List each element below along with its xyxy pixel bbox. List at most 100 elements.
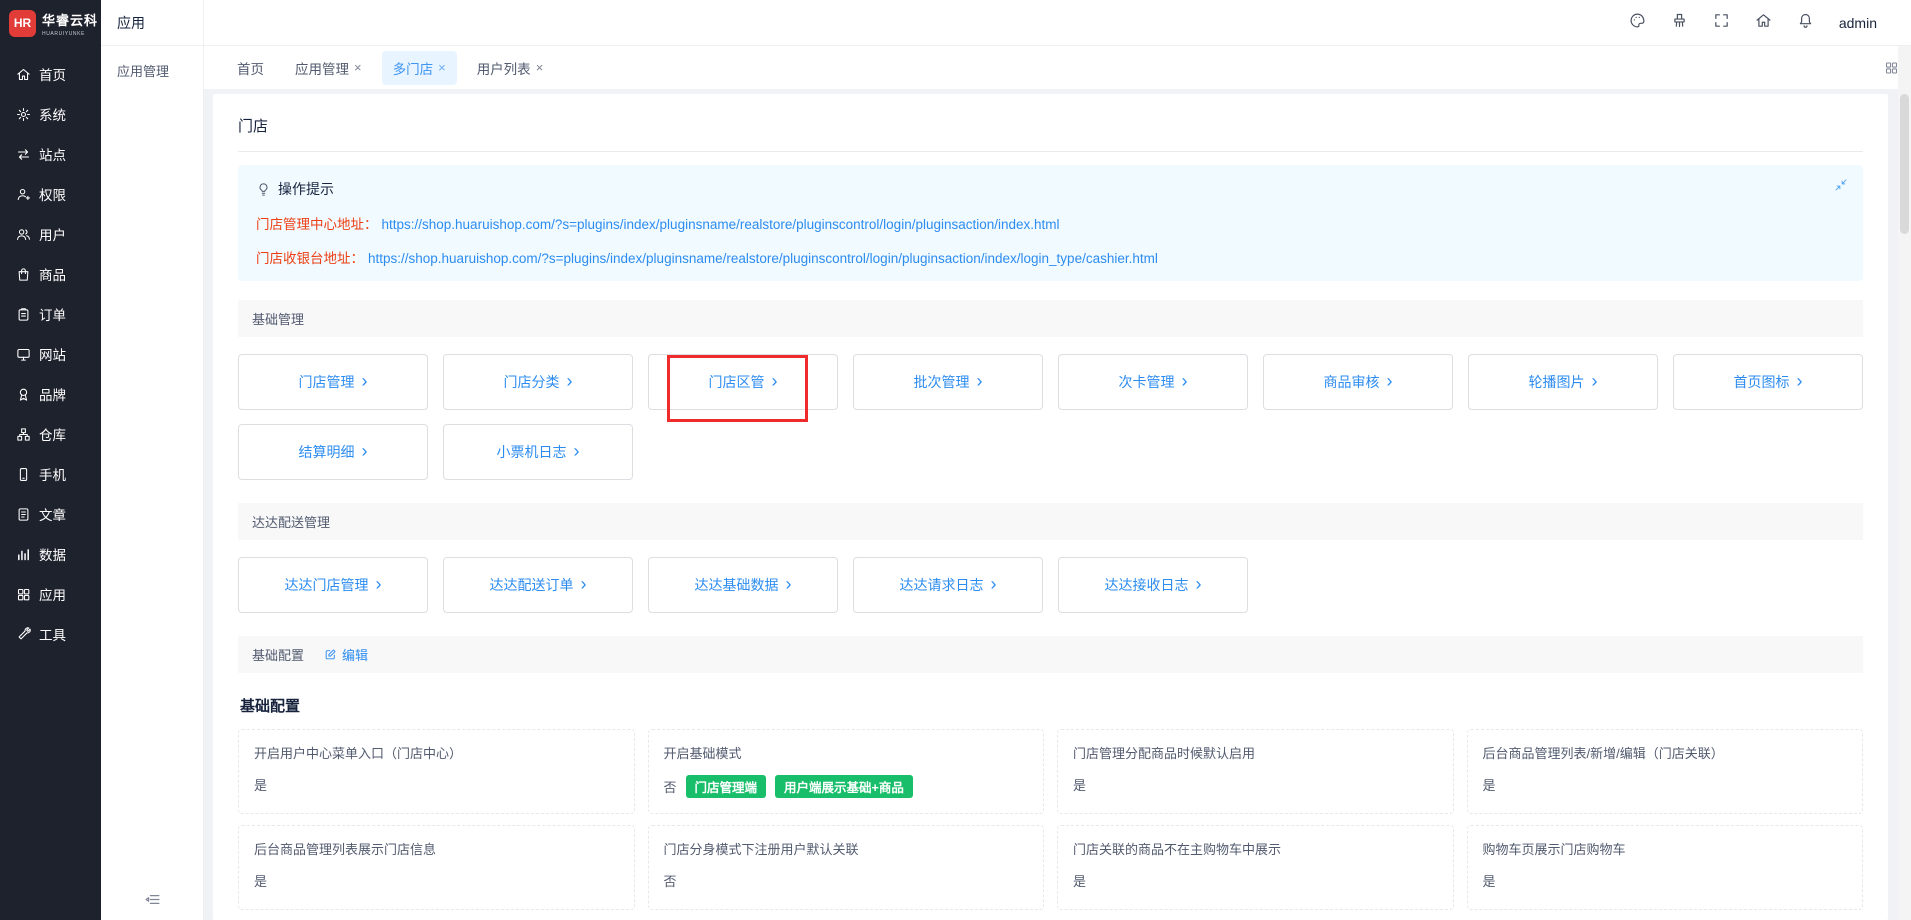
module-button[interactable]: 批次管理› xyxy=(853,354,1043,410)
sidebar-item-website[interactable]: 网站 xyxy=(0,334,101,374)
tab-user-list[interactable]: 用户列表 × xyxy=(466,51,555,85)
sidebar-item-home[interactable]: 首页 xyxy=(0,54,101,94)
sidebar-item-brand[interactable]: 品牌 xyxy=(0,374,101,414)
sidebar-item-label: 文章 xyxy=(39,504,66,524)
theme-button[interactable] xyxy=(1629,12,1646,34)
site-icon xyxy=(15,147,31,162)
mobile-icon xyxy=(15,467,31,482)
module-button-label: 达达门店管理 xyxy=(285,575,369,595)
config-item-value: 否门店管理端用户端展示基础+商品 xyxy=(664,775,1029,798)
module-button[interactable]: 达达配送订单› xyxy=(443,557,633,613)
tab-home[interactable]: 首页 xyxy=(226,51,275,85)
config-item-value: 是 xyxy=(254,871,619,890)
module-button[interactable]: 首页图标› xyxy=(1673,354,1863,410)
config-section-bar: 基础配置 编辑 xyxy=(238,636,1863,673)
module-button[interactable]: 达达请求日志› xyxy=(853,557,1043,613)
tab-options-grid-icon[interactable] xyxy=(1884,60,1899,75)
sidebar-item-warehouse[interactable]: 仓库 xyxy=(0,414,101,454)
notification-button[interactable] xyxy=(1797,12,1814,34)
brand-logo-icon: HR xyxy=(9,10,36,37)
config-value-text: 是 xyxy=(1483,871,1496,890)
module-button[interactable]: 门店管理› xyxy=(238,354,428,410)
chevron-right-icon: › xyxy=(1387,372,1393,390)
menu-fold-icon xyxy=(144,891,161,908)
config-value-text: 是 xyxy=(254,871,267,890)
sidebar-item-label: 订单 xyxy=(39,304,66,324)
sidebar-item-goods[interactable]: 商品 xyxy=(0,254,101,294)
config-item-value: 是 xyxy=(1483,775,1848,794)
config-item: 门店关联的商品不在主购物车中展示是 xyxy=(1057,825,1454,910)
chevron-right-icon: › xyxy=(362,372,368,390)
edit-config-button[interactable]: 编辑 xyxy=(324,645,368,664)
sidebar-item-label: 权限 xyxy=(39,184,66,204)
username[interactable]: admin xyxy=(1839,15,1877,31)
sidebar-item-app[interactable]: 应用 xyxy=(0,574,101,614)
scrollbar-track[interactable] xyxy=(1898,46,1911,920)
collapse-sidebar-button[interactable] xyxy=(101,891,203,908)
module-button[interactable]: 商品审核 › xyxy=(1263,354,1453,410)
collapse-tip-icon[interactable] xyxy=(1834,178,1848,192)
sidebar-item-order[interactable]: 订单 xyxy=(0,294,101,334)
module-button[interactable]: 结算明细› xyxy=(238,424,428,480)
config-item-value: 是 xyxy=(1073,871,1438,890)
module-button[interactable]: 达达基础数据› xyxy=(648,557,838,613)
close-tab-icon[interactable]: × xyxy=(354,60,362,75)
config-item: 门店分身模式下注册用户默认关联否 xyxy=(648,825,1045,910)
chevron-right-icon: › xyxy=(574,442,580,460)
sidebar-item-label: 应用 xyxy=(39,584,66,604)
chevron-right-icon: › xyxy=(1182,372,1188,390)
module-button-label: 商品审核 xyxy=(1324,372,1380,392)
config-item-value: 是 xyxy=(1483,871,1848,890)
module-button-label: 小票机日志 xyxy=(497,442,567,462)
module-button[interactable]: 达达接收日志› xyxy=(1058,557,1248,613)
close-tab-icon[interactable]: × xyxy=(536,60,544,75)
store-cashier-url[interactable]: https://shop.huaruishop.com/?s=plugins/i… xyxy=(368,251,1158,266)
submenu-item-app-manage[interactable]: 应用管理 xyxy=(101,46,203,95)
chart-icon xyxy=(15,547,31,562)
chevron-right-icon: › xyxy=(991,575,997,593)
sidebar-item-system[interactable]: 系统 xyxy=(0,94,101,134)
sidebar-item-data[interactable]: 数据 xyxy=(0,534,101,574)
page-card: 门店 操作提示 门店管理中心地址：https://shop.huaruishop… xyxy=(213,94,1888,920)
config-item-label: 门店关联的商品不在主购物车中展示 xyxy=(1073,839,1438,858)
section-header-basic-manage: 基础管理 xyxy=(238,300,1863,337)
home-icon xyxy=(1755,12,1772,29)
module-button-label: 门店区管 xyxy=(709,372,765,392)
chevron-right-icon: › xyxy=(362,442,368,460)
sidebar-item-site[interactable]: 站点 xyxy=(0,134,101,174)
module-button[interactable]: 次卡管理› xyxy=(1058,354,1248,410)
clear-cache-button[interactable] xyxy=(1671,12,1688,34)
module-button[interactable]: 轮播图片› xyxy=(1468,354,1658,410)
fullscreen-button[interactable] xyxy=(1713,12,1730,34)
module-button[interactable]: 门店区管› xyxy=(648,354,838,410)
sidebar-item-article[interactable]: 文章 xyxy=(0,494,101,534)
tab-label: 首页 xyxy=(237,58,264,78)
module-button[interactable]: 门店分类› xyxy=(443,354,633,410)
sidebar-item-user[interactable]: 用户 xyxy=(0,214,101,254)
config-item-label: 开启用户中心菜单入口（门店中心） xyxy=(254,743,619,762)
module-button[interactable]: 小票机日志 › xyxy=(443,424,633,480)
tab-app-manage[interactable]: 应用管理× xyxy=(284,51,373,85)
brand-logo: HR 华睿云科 HUARUIYUNKE xyxy=(0,0,101,46)
status-badge: 门店管理端 xyxy=(686,775,767,798)
module-button-label: 达达接收日志 xyxy=(1105,575,1189,595)
goods-icon xyxy=(15,267,31,282)
sidebar-item-mobile[interactable]: 手机 xyxy=(0,454,101,494)
section-title: 达达配送管理 xyxy=(252,512,330,531)
sidebar-item-label: 站点 xyxy=(39,144,66,164)
config-value-text: 是 xyxy=(1073,775,1086,794)
config-item: 后台商品管理列表展示门店信息是 xyxy=(238,825,635,910)
module-button-grid: 达达门店管理›达达配送订单›达达基础数据›达达请求日志›达达接收日志› xyxy=(238,540,1863,617)
tab-multi-store[interactable]: 多门店× xyxy=(382,51,457,85)
module-button[interactable]: 达达门店管理 › xyxy=(238,557,428,613)
config-item-label: 门店分身模式下注册用户默认关联 xyxy=(664,839,1029,858)
sidebar-item-permission[interactable]: 权限 xyxy=(0,174,101,214)
store-admin-url[interactable]: https://shop.huaruishop.com/?s=plugins/i… xyxy=(382,217,1060,232)
sidebar-item-tools[interactable]: 工具 xyxy=(0,614,101,654)
sidebar-item-label: 首页 xyxy=(39,64,66,84)
tab-label: 用户列表 xyxy=(477,58,531,78)
close-tab-icon[interactable]: × xyxy=(438,60,446,75)
chevron-right-icon: › xyxy=(376,575,382,593)
home-button[interactable] xyxy=(1755,12,1772,34)
scrollbar-thumb[interactable] xyxy=(1900,94,1909,234)
